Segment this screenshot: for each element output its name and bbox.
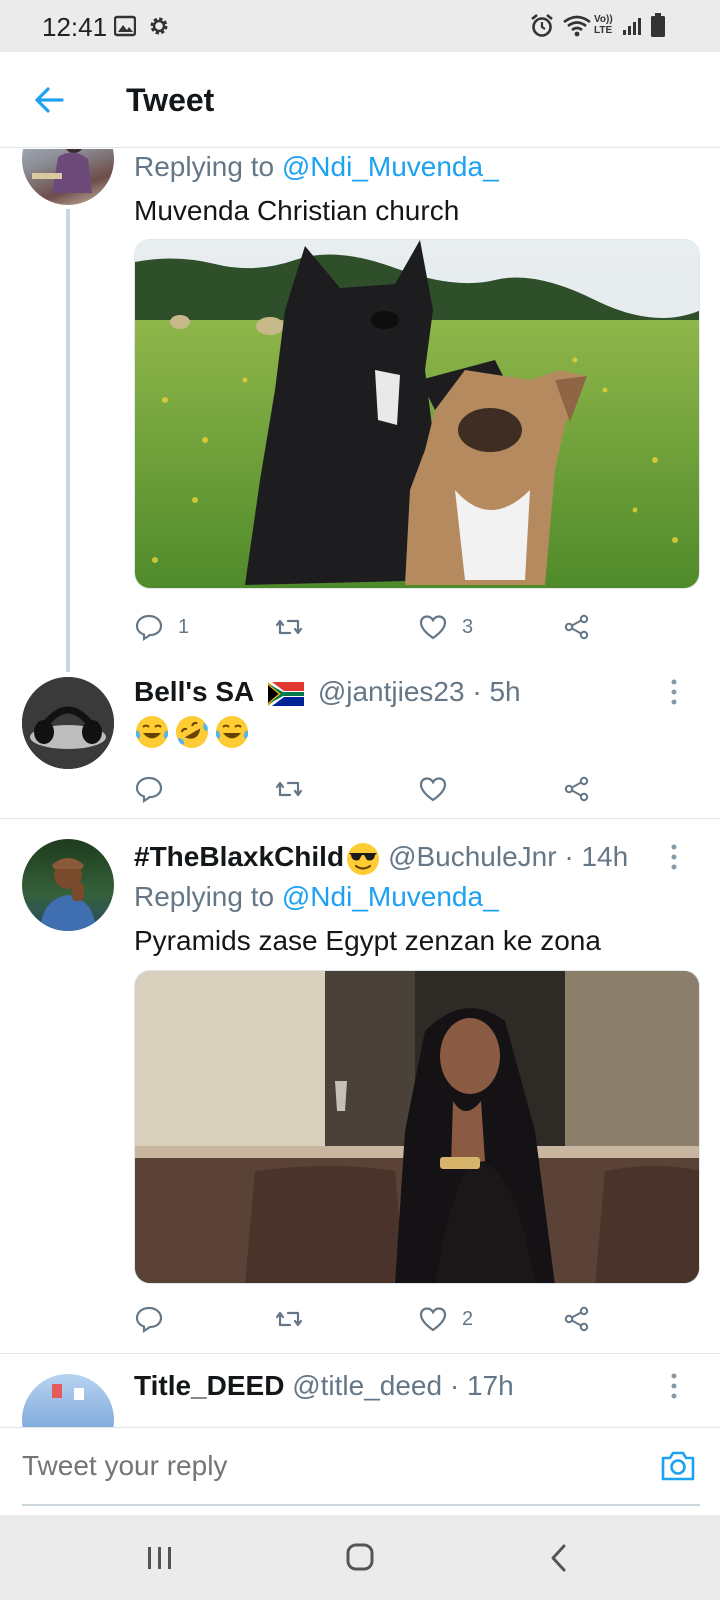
retweet-icon [275,619,303,635]
display-name[interactable]: Bell's SA [134,676,254,707]
like-action[interactable]: 3 [418,607,473,647]
retweet-action[interactable] [274,769,318,809]
top-app-bar: Tweet [0,52,720,148]
display-name[interactable]: Title_DEED [134,1370,284,1401]
wifi-icon [563,15,591,37]
alarm-icon [531,13,553,37]
handle-and-time: @BuchuleJnr · 14h [388,841,629,872]
handle-and-time: @title_deed · 17h [292,1370,514,1401]
tweet-card[interactable]: Title_DEED @title_deed · 17h [0,1354,720,1427]
camera-icon[interactable] [658,1446,698,1486]
heart-icon [419,615,447,640]
home-icon[interactable] [340,1541,380,1575]
rolling-on-floor-laughing-icon [176,716,208,748]
gallery-icon [114,15,136,37]
network-type-label: Vo)) LTE [594,14,613,36]
tweet-card[interactable]: #TheBlaxkChild @BuchuleJnr · 14h Replyin… [0,819,720,1353]
retweet-action[interactable] [274,1299,318,1339]
reply-composer-bar [0,1427,720,1515]
avatar-photo [40,858,96,931]
face-with-tears-of-joy-icon [215,716,249,748]
reply-icon [135,614,163,642]
tweet-card[interactable]: Replying to @Ndi_Muvenda_ Muvenda Christ… [0,149,720,674]
tweet-actions: 2 [134,1299,614,1339]
mention-link[interactable]: @Ndi_Muvenda_ [282,151,499,182]
signal-strength-icon [623,18,641,35]
reply-action[interactable] [134,769,178,809]
reply-input-underline [22,1504,700,1506]
like-action[interactable] [418,769,462,809]
back-arrow-icon[interactable] [28,78,72,122]
reply-icon [135,776,163,804]
smiling-face-with-sunglasses-icon [347,842,380,875]
share-action[interactable] [562,769,592,809]
handle-and-time: @jantjies23 · 5h [317,676,521,707]
woman-thinking-photo [135,971,699,1283]
reply-action[interactable]: 1 [134,607,189,647]
system-back-icon[interactable] [540,1541,580,1575]
avatar[interactable] [22,677,114,769]
like-count: 2 [462,1307,474,1330]
page-title: Tweet [126,82,215,118]
tweet-header: Bell's SA @jantjies23 · 5h [134,676,521,708]
thread-connector-line [66,209,70,672]
avatar-photo [32,149,92,193]
share-action[interactable] [562,1299,592,1339]
like-count: 3 [462,615,474,638]
avatar[interactable] [22,839,114,931]
tweet-actions [134,769,614,809]
recent-apps-icon[interactable] [140,1541,180,1575]
tweet-text [134,714,254,750]
replying-to: Replying to @Ndi_Muvenda_ [134,881,499,913]
reply-count: 1 [178,615,190,638]
more-options-icon[interactable] [664,1370,684,1406]
tweet-text: Pyramids zase Egypt zenzan ke zona [134,925,601,956]
headphones-avatar-icon [22,677,114,769]
replying-to: Replying to @Ndi_Muvenda_ [134,151,499,183]
more-options-icon[interactable] [664,676,684,712]
avatar[interactable] [22,1374,114,1427]
tweet-header: #TheBlaxkChild @BuchuleJnr · 14h [134,841,628,876]
tweet-media-image[interactable] [134,239,700,589]
tweet-header: Title_DEED @title_deed · 17h [134,1370,514,1402]
avatar-photo [52,1384,84,1400]
reply-action[interactable] [134,1299,178,1339]
heart-icon [419,1307,447,1332]
share-action[interactable] [562,607,592,647]
heart-icon [419,777,447,802]
display-name[interactable]: #TheBlaxkChild [134,841,344,872]
reply-icon [135,1306,163,1334]
mention-link[interactable]: @Ndi_Muvenda_ [282,881,499,912]
share-icon [564,614,589,640]
share-icon [564,1306,589,1332]
more-options-icon[interactable] [664,841,684,877]
tweet-actions: 1 3 [134,607,614,647]
avatar[interactable] [22,149,114,205]
status-bar: 12:41 Vo)) LTE [0,0,720,52]
tweet-media-image[interactable] [134,970,700,1284]
replies-feed[interactable]: Replying to @Ndi_Muvenda_ Muvenda Christ… [0,149,720,1427]
tweet-card[interactable]: Bell's SA @jantjies23 · 5h [0,674,720,818]
replying-to-label: Replying to [134,151,282,182]
battery-icon [651,13,665,37]
retweet-icon [275,1311,303,1327]
status-time: 12:41 [42,12,108,42]
settings-gear-icon [150,17,168,35]
tweet-text: Muvenda Christian church [134,195,460,226]
bulldogs-photo [135,240,699,588]
replying-to-label: Replying to [134,881,282,912]
south-africa-flag-icon [268,681,305,706]
share-icon [564,776,589,802]
system-navigation-bar [0,1515,720,1600]
retweet-action[interactable] [274,607,318,647]
reply-input[interactable] [22,1444,582,1488]
retweet-icon [275,781,303,797]
face-with-tears-of-joy-icon [135,716,169,748]
like-action[interactable]: 2 [418,1299,473,1339]
